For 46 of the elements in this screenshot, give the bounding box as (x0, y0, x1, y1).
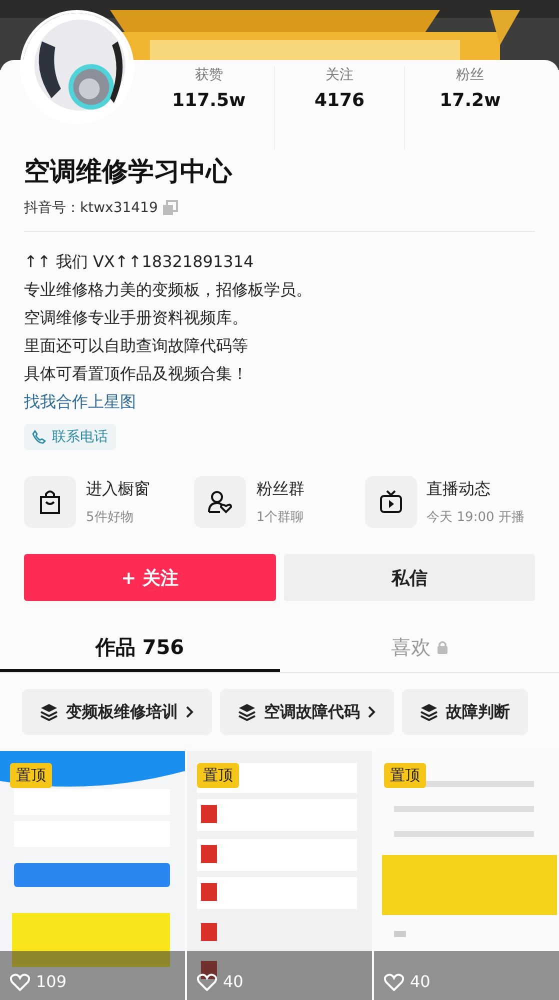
pinned-badge: 置顶 (10, 763, 52, 788)
tv-play-icon (378, 490, 403, 514)
feature-title[interactable]: 进入橱窗 (86, 478, 150, 500)
layers-icon (40, 703, 58, 721)
follow-button[interactable]: + 关注 (24, 554, 276, 601)
layers-icon (238, 703, 256, 721)
like-count: 40 (223, 972, 244, 991)
stat-value: 17.2w (440, 90, 501, 111)
bio-text: 空调维修专业手册资料视频库。 (24, 307, 249, 329)
pinned-badge: 置顶 (384, 763, 426, 788)
like-count: 40 (410, 972, 430, 991)
bio-text: 专业维修格力美的变频板，招修板学员。 (24, 279, 313, 301)
stat-value: 117.5w (172, 90, 246, 111)
stat-label: 粉丝 (456, 66, 484, 84)
bio-text: 里面还可以自助查询故障代码等 (24, 335, 249, 357)
copy-icon[interactable] (162, 200, 178, 216)
stat-label: 获赞 (194, 66, 223, 84)
chevron-right-icon (186, 706, 194, 718)
message-button[interactable]: 私信 (284, 554, 535, 601)
pinned-badge: 置顶 (197, 763, 239, 788)
stat-value: 4176 (314, 90, 365, 111)
person-heart-icon (207, 490, 234, 514)
stat-label: 关注 (326, 66, 354, 84)
collection-chip[interactable]: 变频板维修培训 (22, 689, 212, 735)
feature-subtitle: 1个群聊 (256, 508, 304, 526)
shopping-bag-icon (38, 489, 62, 515)
tab[interactable]: 作品 756 (0, 625, 280, 672)
cooperation-link[interactable]: 找我合作上星图 (24, 388, 136, 416)
feature-title[interactable]: 粉丝群 (256, 478, 304, 500)
collection-chip[interactable]: 空调故障代码 (220, 689, 394, 735)
contact-chip[interactable]: 联系电话 (24, 424, 116, 450)
feature-subtitle: 5件好物 (86, 508, 134, 526)
heart-icon (384, 972, 404, 990)
bio-text: 具体可看置顶作品及视频合集！ (24, 363, 249, 385)
heart-icon (197, 972, 217, 990)
profile-name: 空调维修学习中心 (24, 156, 232, 189)
feature-title[interactable]: 直播动态 (426, 478, 524, 500)
like-count: 109 (36, 972, 67, 991)
bio-text: ↑↑ 我们 VX↑↑18321891314 (24, 251, 255, 273)
heart-icon (10, 972, 30, 990)
collection-chip[interactable]: 故障判断 (402, 689, 528, 735)
account-id: 抖音号：ktwx31419 (24, 199, 158, 217)
layers-icon (420, 703, 438, 721)
feature-subtitle: 今天 19:00 开播 (426, 508, 524, 526)
chevron-right-icon (368, 706, 376, 718)
phone-icon (32, 430, 46, 444)
